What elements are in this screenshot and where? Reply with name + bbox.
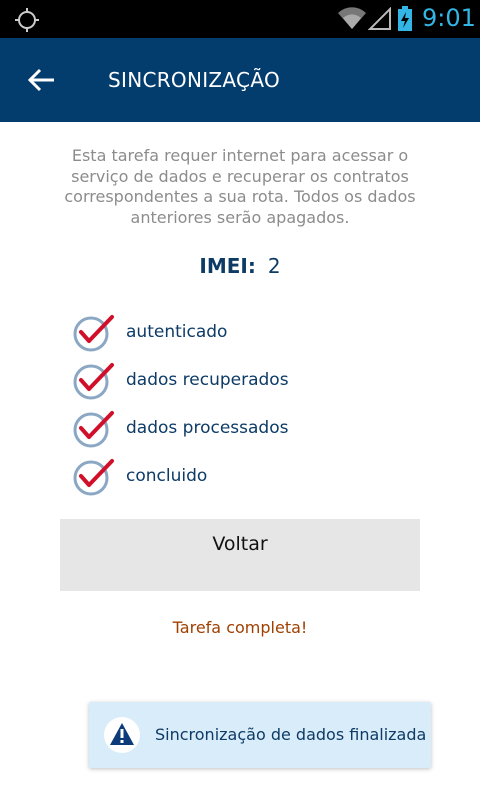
app-header: SINCRONIZAÇÃO: [0, 38, 480, 122]
imei-value: 2: [267, 254, 281, 278]
step-label: dados processados: [126, 418, 289, 438]
back-button[interactable]: [22, 60, 62, 100]
step-label: dados recuperados: [126, 370, 289, 390]
toast-message: Sincronização de dados finalizada: [155, 725, 427, 744]
step-label: concluido: [126, 466, 208, 486]
signal-icon: [367, 6, 392, 35]
check-circle-icon: [73, 315, 114, 352]
arrow-left-icon: [27, 68, 54, 92]
description-text: Esta tarefa requer internet para acessar…: [64, 146, 416, 227]
status-bar: 9:01: [0, 0, 480, 38]
imei-row: IMEI: 2: [0, 254, 480, 278]
voltar-button-label: Voltar: [212, 533, 268, 555]
page-title: SINCRONIZAÇÃO: [108, 68, 280, 92]
battery-charging-icon: [397, 6, 413, 36]
check-circle-icon: [73, 459, 114, 496]
task-status-text: Tarefa completa!: [172, 618, 308, 637]
toast-notification: Sincronização de dados finalizada: [89, 702, 431, 768]
clock: 9:01: [422, 4, 476, 32]
wifi-icon: [337, 7, 367, 35]
warning-icon: [104, 717, 140, 757]
step-label: autenticado: [126, 322, 228, 342]
check-circle-icon: [73, 411, 114, 448]
gps-icon: [14, 7, 40, 37]
voltar-button[interactable]: Voltar: [60, 519, 420, 591]
imei-label: IMEI:: [199, 254, 256, 278]
check-circle-icon: [73, 363, 114, 400]
